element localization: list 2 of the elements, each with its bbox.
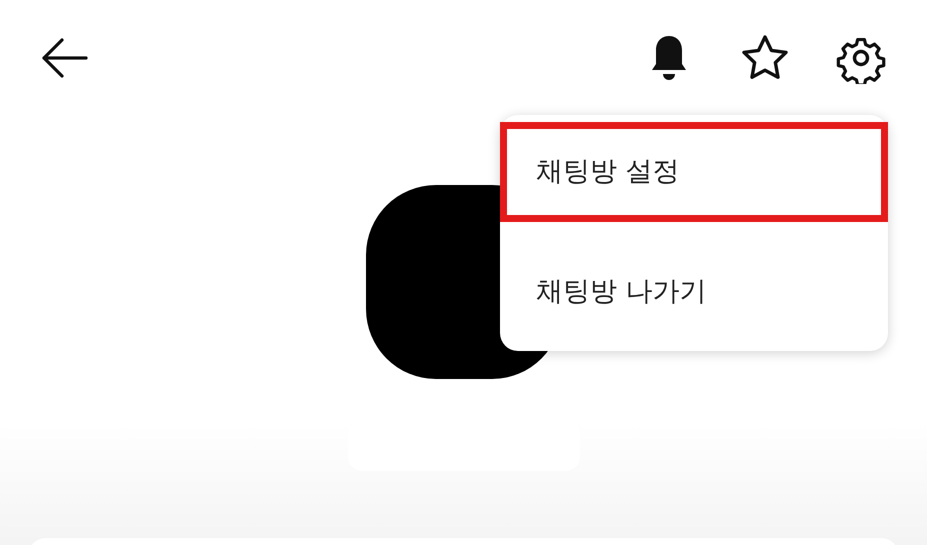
menu-item[interactable]: 채팅방 설정 bbox=[500, 122, 888, 222]
menu-item[interactable]: 채팅방 나가기 bbox=[500, 233, 888, 351]
